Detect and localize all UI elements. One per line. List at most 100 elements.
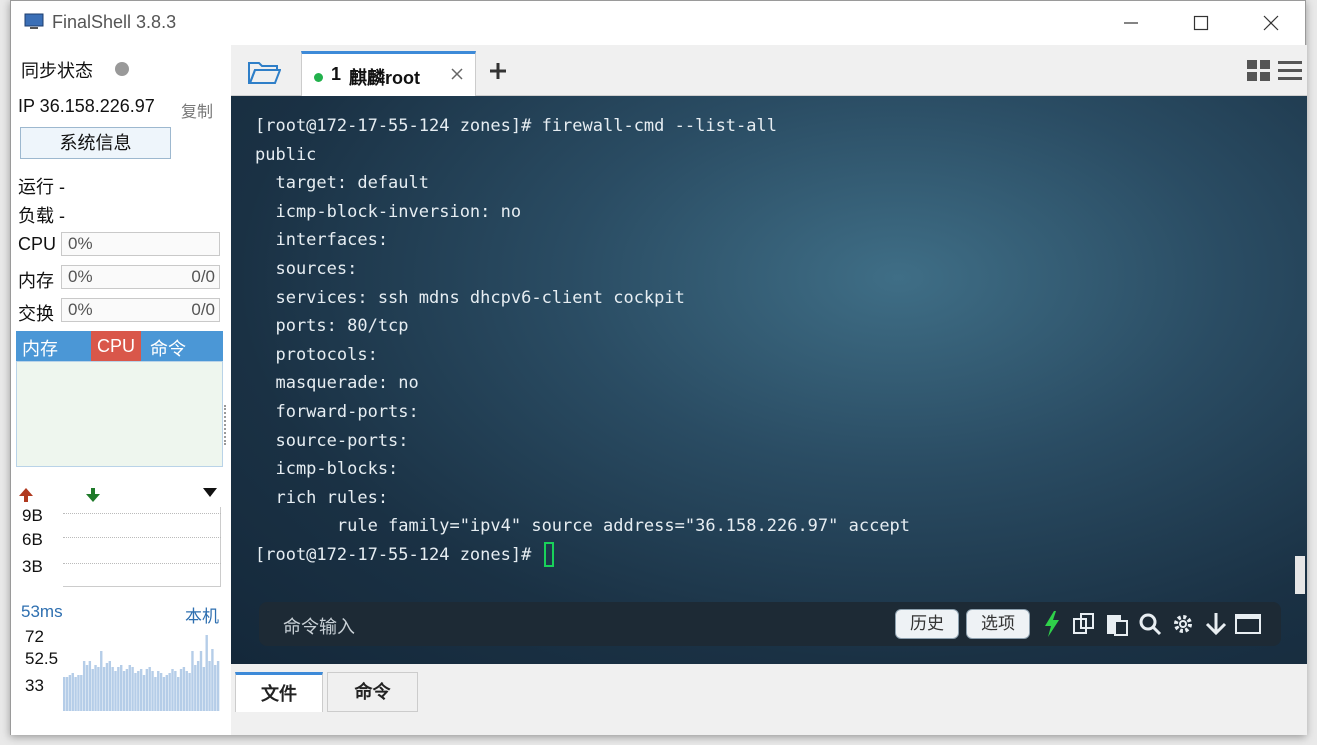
terminal-line: icmp-blocks:	[255, 459, 399, 480]
terminal-line: source-ports:	[255, 430, 409, 451]
grid-layout-icon[interactable]	[1247, 60, 1271, 82]
terminal-line: rich rules:	[255, 487, 389, 508]
process-tab-cpu[interactable]: CPU	[91, 331, 142, 361]
ping-bar	[91, 669, 94, 711]
ping-target[interactable]: 本机	[185, 602, 219, 627]
close-button[interactable]	[1256, 9, 1286, 37]
ping-bar	[134, 673, 137, 711]
terminal[interactable]: [root@172-17-55-124 zones]# firewall-cmd…	[231, 96, 1307, 664]
sidebar: 同步状态 IP 36.158.226.97 复制 系统信息 运行 - 负载 - …	[11, 45, 231, 735]
ping-bar	[194, 665, 197, 711]
ping-bar	[120, 665, 123, 711]
tab-commands-label: 命令	[354, 682, 391, 702]
terminal-line: interfaces:	[255, 230, 389, 251]
lightning-icon[interactable]	[1039, 610, 1065, 638]
ping-tick-72: 72	[25, 627, 44, 646]
command-input-bar: 命令输入 历史 选项	[259, 602, 1281, 646]
sync-status-dot-icon	[115, 62, 129, 76]
sidebar-splitter[interactable]	[224, 405, 228, 445]
ping-bar	[199, 651, 203, 711]
ping-bar	[211, 649, 214, 711]
ping-tick-33: 33	[25, 676, 44, 695]
options-button[interactable]: 选项	[966, 609, 1030, 639]
ping-bar	[94, 665, 97, 711]
maximize-button[interactable]	[1186, 9, 1216, 37]
ping-bar	[142, 675, 146, 711]
ping-bar	[214, 665, 217, 711]
ping-bar	[182, 667, 186, 711]
session-tab-bar: 1 麒麟root	[231, 45, 1307, 96]
terminal-scrollbar[interactable]	[1295, 556, 1305, 594]
process-list	[16, 361, 223, 467]
minimize-icon	[1124, 22, 1138, 24]
net-tick-3b: 3B	[22, 557, 43, 576]
ping-bar	[77, 675, 80, 711]
system-info-button[interactable]: 系统信息	[20, 127, 171, 159]
load-label: 负载 -	[18, 206, 65, 226]
copy-icon[interactable]	[1071, 610, 1097, 638]
ping-bar	[154, 677, 157, 711]
ping-bar	[202, 667, 206, 711]
ping-bar	[191, 651, 194, 711]
ping-bar	[125, 669, 129, 711]
window-icon[interactable]	[1235, 610, 1261, 638]
cpu-meter: 0%	[61, 232, 220, 256]
ping-bar	[131, 667, 134, 711]
ping-bar	[179, 669, 183, 711]
ping-bar	[80, 675, 83, 711]
ping-bar	[74, 677, 77, 711]
history-button[interactable]: 历史	[895, 609, 959, 639]
ping-bar	[145, 669, 149, 711]
tab-files[interactable]: 文件	[235, 672, 323, 712]
cpu-label: CPU	[18, 234, 57, 254]
ping-bar	[185, 671, 188, 711]
close-icon	[1263, 15, 1279, 31]
tab-session-1[interactable]: 1 麒麟root	[301, 51, 476, 96]
paste-icon[interactable]	[1104, 610, 1130, 638]
terminal-line: target: default	[255, 173, 429, 194]
uptime-label: 运行 -	[18, 177, 65, 197]
ping-bar	[205, 635, 208, 711]
options-label: 选项	[981, 614, 1015, 633]
network-interface-dropdown-icon[interactable]	[203, 488, 217, 498]
ping-graph	[63, 635, 220, 711]
tab-number: 1	[331, 64, 342, 84]
net-tick-9b: 9B	[22, 506, 43, 525]
terminal-output: [root@172-17-55-124 zones]# firewall-cmd…	[255, 112, 910, 570]
ping-bar	[208, 661, 211, 711]
ping-bar	[102, 667, 106, 711]
memory-label: 内存	[18, 271, 54, 291]
ping-bar	[171, 669, 174, 711]
terminal-line: ports: 80/tcp	[255, 316, 409, 337]
ping-bar	[105, 663, 109, 711]
ping-bar	[162, 677, 166, 711]
ping-bar	[71, 673, 74, 711]
terminal-line: services: ssh mdns dhcpv6-client cockpit	[255, 287, 685, 308]
finalshell-window: FinalShell 3.8.3 同步状态 IP 36.158.226.97 复…	[10, 0, 1307, 735]
process-tab-memory[interactable]: 内存	[22, 335, 58, 361]
gear-icon[interactable]	[1170, 610, 1196, 638]
tab-commands[interactable]: 命令	[327, 672, 418, 712]
tab-close-icon[interactable]	[451, 68, 463, 80]
window-title: FinalShell 3.8.3	[52, 12, 177, 32]
net-tick-6b: 6B	[22, 530, 43, 549]
process-tab-command[interactable]: 命令	[150, 335, 186, 361]
ping-bar	[177, 677, 180, 711]
new-tab-plus-icon[interactable]	[489, 62, 507, 80]
terminal-line: public	[255, 144, 317, 165]
ping-bar	[117, 667, 120, 711]
ping-bar	[128, 665, 131, 711]
search-icon[interactable]	[1137, 610, 1163, 638]
copy-ip-button[interactable]: 复制	[181, 98, 213, 122]
command-input[interactable]: 命令输入	[283, 613, 355, 639]
menu-icon[interactable]	[1278, 60, 1302, 82]
ping-bar	[88, 661, 92, 711]
sync-status-label: 同步状态	[21, 61, 93, 81]
terminal-line: [root@172-17-55-124 zones]# firewall-cmd…	[255, 116, 777, 136]
download-icon[interactable]	[1203, 610, 1229, 638]
network-graph	[63, 507, 221, 587]
app-icon	[24, 13, 44, 29]
minimize-button[interactable]	[1116, 9, 1146, 37]
folder-open-icon[interactable]	[247, 59, 281, 85]
swap-ratio: 0/0	[191, 300, 215, 319]
